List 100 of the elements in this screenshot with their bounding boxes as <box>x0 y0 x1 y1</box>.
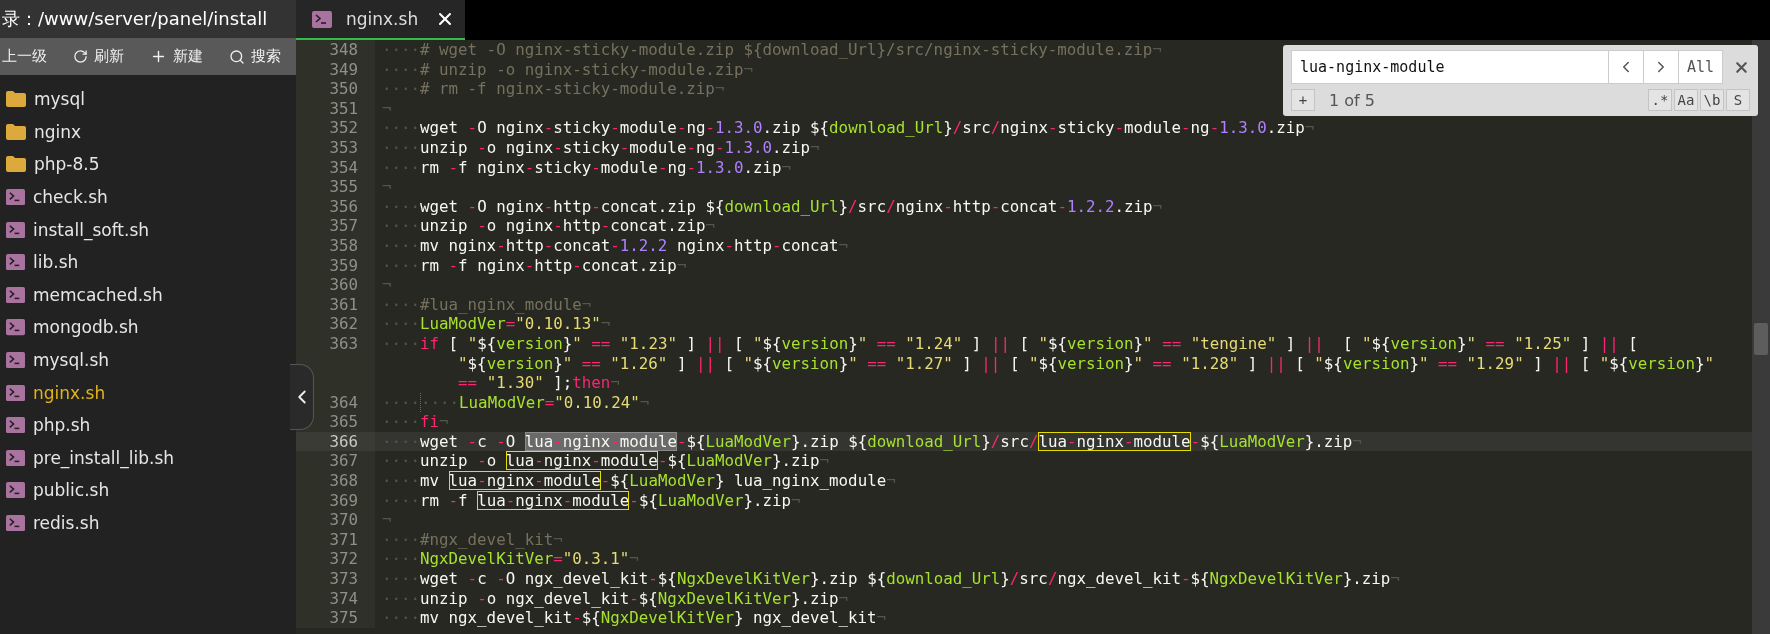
line-number: 366 <box>296 431 375 452</box>
line-number: 368 <box>296 471 375 491</box>
toolbar-button[interactable]: 新建 <box>150 47 203 66</box>
file-name[interactable]: mongodb.sh <box>33 317 139 338</box>
refresh-icon <box>73 49 88 64</box>
code-line: ····NgxDevelKitVer="0.3.1"¬ <box>382 549 639 570</box>
folder-icon <box>6 123 26 140</box>
option-toggle[interactable]: \b <box>1700 89 1724 111</box>
terminal-icon <box>6 221 25 238</box>
line-number: 371 <box>296 529 375 550</box>
directory-path: 录：/www/server/panel/install <box>2 7 268 31</box>
code-line: ····wget -O nginx-http-concat.zip ${download_Url}/src/nginx-http-concat-1.2.2.zip¬ <box>382 196 1163 217</box>
match-count: 1 of 5 <box>1329 90 1376 110</box>
find-all-button[interactable]: All <box>1679 50 1723 84</box>
folder-icon <box>6 156 26 173</box>
code-line: ¬ <box>382 98 393 119</box>
search-field[interactable]: lua-nginx-module <box>1291 50 1609 84</box>
terminal-icon <box>6 482 25 499</box>
line-number: 351 <box>296 98 375 119</box>
code-line: ····#lua_nginx_module¬ <box>382 294 592 315</box>
line-number: 373 <box>296 569 375 589</box>
file-name[interactable]: php-8.5 <box>34 154 100 175</box>
toolbar-button[interactable]: 刷新 <box>73 47 124 66</box>
terminal-icon <box>6 286 25 303</box>
code-line: ····mv lua-nginx-module-${LuaModVer} lua_nginx_module¬ <box>382 471 896 491</box>
terminal-icon <box>6 189 25 206</box>
code-line: ····LuaModVer="0.10.13"¬ <box>382 314 611 334</box>
collapse-handle[interactable] <box>290 364 314 430</box>
line-number: 356 <box>296 196 375 217</box>
file-name[interactable]: memcached.sh <box>33 284 163 305</box>
code-line: ····rm -f lua-nginx-module-${LuaModVer}.zip¬ <box>382 490 801 511</box>
scrollbar[interactable] <box>1752 40 1770 634</box>
file-name[interactable]: redis.sh <box>33 513 100 533</box>
line-number: 370 <box>296 510 375 530</box>
code-line: ¬ <box>382 177 393 197</box>
line-number: 352 <box>296 118 375 138</box>
code-line: ····# unzip -o nginx-sticky-module.zip¬ <box>382 59 753 80</box>
file-name[interactable]: nginx.sh <box>33 382 106 403</box>
file-name[interactable]: mysql <box>34 89 85 110</box>
line-number: 372 <box>296 549 375 570</box>
line-number: 357 <box>296 216 375 236</box>
tab-label: nginx.sh <box>346 9 420 29</box>
code-line: ····rm -f nginx-sticky-module-ng-1.3.0.zip¬ <box>382 157 792 178</box>
code-line: ····# wget -O nginx-sticky-module.zip ${download_Url}/src/nginx-sticky-module.zip¬ <box>382 40 1162 60</box>
option-toggle[interactable]: Aa <box>1674 89 1698 111</box>
code-line: ····rm -f nginx-http-concat.zip¬ <box>382 255 687 276</box>
file-name[interactable]: public.sh <box>33 480 110 501</box>
option-toggle[interactable]: S <box>1726 89 1750 111</box>
line-number: 358 <box>296 235 375 256</box>
code-line: ····# rm -f nginx-sticky-module.zip¬ <box>382 79 725 99</box>
code-line: ¬ <box>382 275 393 295</box>
code-line: ····unzip -o nginx-sticky-module-ng-1.3.0.zip¬ <box>382 137 820 158</box>
code-line: ····wget -c -O ngx_devel_kit-${NgxDevelKitVer}.zip ${download_Url}/src/ngx_devel_kit-${NgxDevelKitVer}.zip¬ <box>382 569 1400 589</box>
file-name[interactable]: mysql.sh <box>33 350 110 371</box>
code-line: ····unzip -o lua-nginx-module-${LuaModVer}.zip¬ <box>382 451 830 472</box>
file-name[interactable]: lib.sh <box>33 252 79 273</box>
option-toggle[interactable]: .* <box>1648 89 1672 111</box>
code-line: ····if [ "${version}" == "1.23" ] || [ "${version}" == "1.24" ] || [ "${version}" == "tengine" ] || [ "${version}" == "1.25" ] || [ "${version}" == "1.26" ] || [ "${version}" == "1.27" ] || [ "${version}" == "1.28" ] || [ "${version}" == "1.29" ] || [ "${version}" == "1.30" ];then¬ <box>382 333 1715 393</box>
terminal-icon <box>6 319 25 336</box>
code-line: ····wget -c -O lua-nginx-module-${LuaModVer}.zip ${download_Url}/src/lua-nginx-module-${LuaModVer}.zip¬ <box>382 431 1362 452</box>
code-line: ····wget -O nginx-sticky-module-ng-1.3.0.zip ${download_Url}/src/nginx-sticky-module-ng-1.3.0.zip¬ <box>382 118 1315 138</box>
plus-icon <box>150 48 167 65</box>
line-number: 367 <box>296 451 375 472</box>
terminal-icon <box>6 417 25 434</box>
terminal-icon <box>6 254 25 271</box>
line-number: 375 <box>296 608 375 628</box>
terminal-icon <box>312 10 332 28</box>
code-line: ····mv nginx-http-concat-1.2.2 nginx-http-concat¬ <box>382 235 849 256</box>
toolbar-button[interactable]: 上一级 <box>2 47 47 66</box>
file-name[interactable]: nginx <box>34 121 82 142</box>
line-number: 348 <box>296 40 375 60</box>
line-number: 359 <box>296 255 375 276</box>
code-line: ····mv ngx_devel_kit-${NgxDevelKitVer} ngx_devel_kit¬ <box>382 608 887 628</box>
line-number: 362 <box>296 314 375 334</box>
code-line: ····unzip -o ngx_devel_kit-${NgxDevelKitVer}.zip¬ <box>382 588 849 609</box>
search-icon <box>229 48 245 65</box>
line-number: 354 <box>296 157 375 178</box>
line-number: 350 <box>296 79 375 99</box>
code-line: ····fi¬ <box>382 412 450 432</box>
terminal-icon <box>6 449 25 466</box>
terminal-icon <box>6 384 25 401</box>
line-number: 353 <box>296 137 375 158</box>
file-name[interactable]: php.sh <box>33 415 91 436</box>
terminal-icon <box>6 514 25 532</box>
line-number: 349 <box>296 59 375 80</box>
editor-tab[interactable]: nginx.sh <box>296 0 465 40</box>
line-number: 355 <box>296 177 375 197</box>
toolbar-button[interactable]: 搜索 <box>229 47 281 66</box>
file-name[interactable]: check.sh <box>33 187 108 208</box>
folder-icon <box>6 91 26 108</box>
file-name[interactable]: install_soft.sh <box>33 219 150 240</box>
code-line: ········LuaModVer="0.10.24"¬ <box>382 392 650 413</box>
code-line: ····unzip -o nginx-http-concat.zip¬ <box>382 216 715 236</box>
line-number: 360 <box>296 275 375 295</box>
file-name[interactable]: pre_install_lib.sh <box>33 447 175 468</box>
line-number: 374 <box>296 588 375 609</box>
line-number: 369 <box>296 490 375 511</box>
code-line: ¬ <box>382 510 393 530</box>
terminal-icon <box>6 351 25 369</box>
add-button[interactable]: + <box>1291 89 1315 111</box>
